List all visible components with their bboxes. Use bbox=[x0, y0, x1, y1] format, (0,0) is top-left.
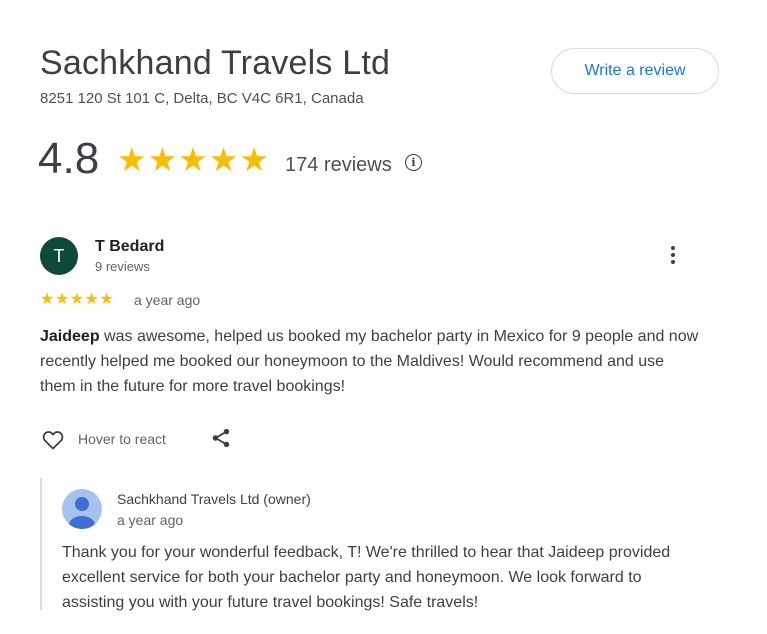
business-name: Sachkhand Travels Ltd bbox=[40, 44, 391, 82]
owner-reply-name: Sachkhand Travels Ltd (owner) bbox=[117, 491, 311, 507]
reviewer-review-count: 9 reviews bbox=[95, 259, 150, 274]
review-time: a year ago bbox=[134, 292, 201, 308]
rating-stars: ★★★★★ bbox=[117, 141, 270, 178]
reviewer-avatar[interactable]: T bbox=[40, 237, 78, 275]
owner-reply-text: Thank you for your wonderful feedback, T… bbox=[62, 544, 671, 611]
person-avatar-icon bbox=[62, 489, 102, 529]
review-count-link[interactable]: 174 reviews bbox=[285, 153, 392, 177]
more-options-icon[interactable] bbox=[664, 244, 682, 270]
owner-reply-time: a year ago bbox=[117, 512, 184, 528]
review-text-highlight: Jaideep bbox=[40, 328, 100, 345]
info-icon[interactable]: i bbox=[405, 154, 422, 171]
react-label[interactable]: Hover to react bbox=[78, 431, 166, 447]
business-address: 8251 120 St 101 C, Delta, BC V4C 6R1, Ca… bbox=[40, 90, 364, 107]
share-icon[interactable] bbox=[210, 427, 232, 449]
write-review-button[interactable]: Write a review bbox=[551, 48, 719, 94]
review-text-body: was awesome, helped us booked my bachelo… bbox=[40, 328, 699, 395]
heart-icon[interactable] bbox=[40, 428, 66, 452]
review-stars: ★★★★★ bbox=[40, 291, 115, 308]
average-rating: 4.8 bbox=[38, 134, 100, 183]
review-text: Jaideep was awesome, helped us booked my… bbox=[40, 324, 700, 399]
reviewer-name[interactable]: T Bedard bbox=[95, 237, 164, 257]
reply-divider bbox=[40, 478, 42, 610]
